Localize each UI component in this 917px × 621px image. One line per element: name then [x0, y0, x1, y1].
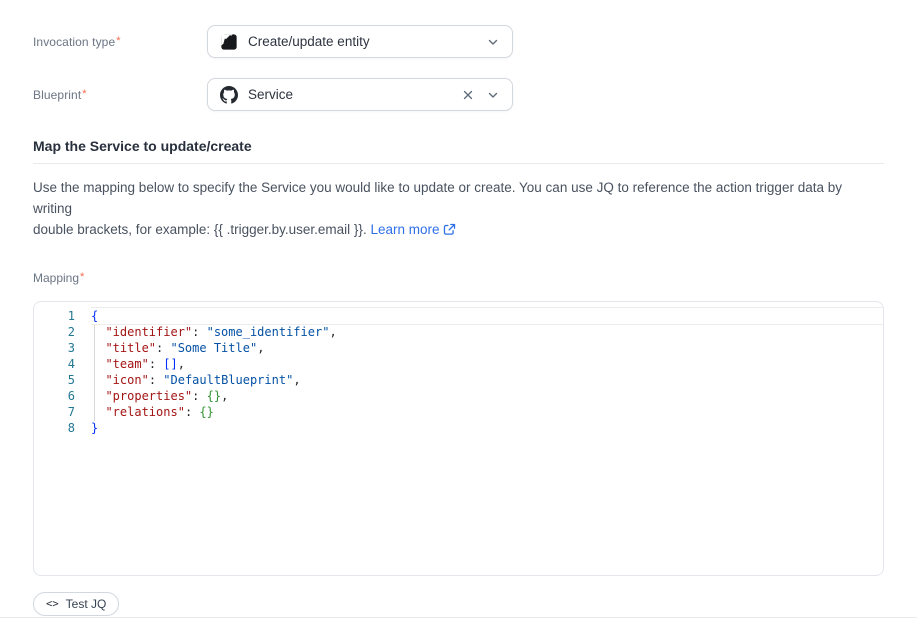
code-lines: 1{2 "identifier": "some_identifier",3 "t…	[34, 308, 883, 436]
code-line-content: "identifier": "some_identifier",	[75, 324, 337, 340]
blueprint-select[interactable]: Service	[207, 78, 513, 111]
code-line-content: "icon": "DefaultBlueprint",	[75, 372, 301, 388]
clear-selection-icon[interactable]	[462, 89, 474, 101]
blueprint-value: Service	[248, 87, 454, 102]
line-number: 5	[34, 372, 75, 388]
mapping-code-editor[interactable]: 1{2 "identifier": "some_identifier",3 "t…	[33, 301, 884, 576]
code-line[interactable]: 1{	[34, 308, 883, 324]
learn-more-link[interactable]: Learn more	[370, 222, 439, 237]
required-asterisk: *	[116, 35, 120, 47]
create-update-entity-icon	[220, 33, 238, 51]
code-line-content: "relations": {}	[75, 404, 214, 420]
github-icon	[220, 86, 238, 104]
code-line[interactable]: 4 "team": [],	[34, 356, 883, 372]
action-form-panel: Invocation type* Create/update entity Bl…	[0, 25, 917, 616]
line-number: 6	[34, 388, 75, 404]
test-jq-label: Test JQ	[66, 597, 107, 611]
code-line[interactable]: 2 "identifier": "some_identifier",	[34, 324, 883, 340]
mapping-label: Mapping*	[33, 271, 884, 285]
mapping-description: Use the mapping below to specify the Ser…	[33, 177, 884, 242]
mapping-label-text: Mapping	[33, 271, 79, 285]
code-line[interactable]: 7 "relations": {}	[34, 404, 883, 420]
code-brackets-icon: <>	[46, 598, 59, 610]
chevron-down-icon[interactable]	[487, 36, 499, 48]
line-number: 7	[34, 404, 75, 420]
line-number: 8	[34, 420, 75, 436]
section-divider	[33, 163, 884, 164]
required-asterisk: *	[80, 271, 84, 283]
code-line[interactable]: 6 "properties": {},	[34, 388, 883, 404]
invocation-type-value: Create/update entity	[248, 34, 479, 49]
external-link-icon[interactable]	[443, 221, 456, 242]
code-line-content: "team": [],	[75, 356, 185, 372]
code-line-content: {	[75, 308, 98, 324]
code-line-content: }	[75, 420, 98, 436]
blueprint-label-text: Blueprint	[33, 88, 81, 102]
code-line-content: "title": "Some Title",	[75, 340, 264, 356]
invocation-type-label: Invocation type*	[33, 35, 207, 49]
code-line[interactable]: 3 "title": "Some Title",	[34, 340, 883, 356]
chevron-down-icon[interactable]	[487, 89, 499, 101]
code-line[interactable]: 5 "icon": "DefaultBlueprint",	[34, 372, 883, 388]
section-heading: Map the Service to update/create	[33, 138, 884, 154]
code-line[interactable]: 8}	[34, 420, 883, 436]
invocation-type-row: Invocation type* Create/update entity	[33, 25, 884, 58]
required-asterisk: *	[82, 88, 86, 100]
line-number: 2	[34, 324, 75, 340]
blueprint-label: Blueprint*	[33, 88, 207, 102]
invocation-type-label-text: Invocation type	[33, 35, 115, 49]
line-number: 1	[34, 308, 75, 324]
invocation-type-select[interactable]: Create/update entity	[207, 25, 513, 58]
line-number: 3	[34, 340, 75, 356]
blueprint-row: Blueprint* Service	[33, 78, 884, 111]
description-line-1: Use the mapping below to specify the Ser…	[33, 180, 842, 216]
bottom-divider	[0, 617, 917, 618]
code-line-content: "properties": {},	[75, 388, 228, 404]
line-number: 4	[34, 356, 75, 372]
description-line-2: double brackets, for example: {{ .trigge…	[33, 222, 367, 237]
